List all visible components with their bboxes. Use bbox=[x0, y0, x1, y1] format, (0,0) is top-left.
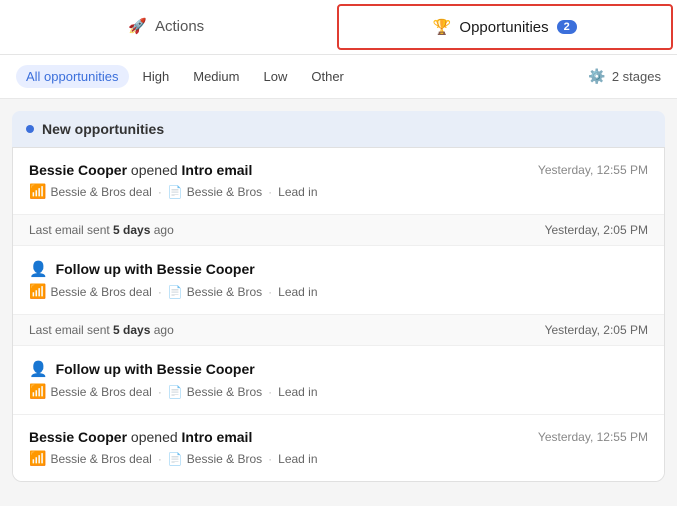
card-1-title: Bessie Cooper opened Intro email bbox=[29, 162, 252, 178]
separator-dot-5: · bbox=[158, 385, 162, 399]
card-3-header: 👤 Follow up with Bessie Cooper bbox=[29, 360, 648, 378]
card-4-meta: 📶 Bessie & Bros deal · 📄 Bessie & Bros ·… bbox=[29, 450, 648, 467]
separator-2: Last email sent 5 days ago Yesterday, 2:… bbox=[13, 315, 664, 346]
card-1-deal: 📶 Bessie & Bros deal bbox=[29, 183, 152, 200]
opportunities-badge: 2 bbox=[557, 20, 577, 34]
card-3-deal-label: Bessie & Bros deal bbox=[50, 385, 151, 399]
opportunities-label: Opportunities bbox=[459, 19, 548, 36]
section-header: New opportunities bbox=[12, 111, 665, 147]
card-4-title: Bessie Cooper opened Intro email bbox=[29, 429, 252, 445]
card-1-time: Yesterday, 12:55 PM bbox=[538, 163, 648, 177]
filter-all[interactable]: All opportunities bbox=[16, 65, 129, 88]
card-1-stage: Lead in bbox=[278, 185, 317, 199]
separator-dot-1: · bbox=[158, 185, 162, 199]
card-4-time: Yesterday, 12:55 PM bbox=[538, 430, 648, 444]
card-2-company-label: Bessie & Bros bbox=[187, 285, 262, 299]
separator-1: Last email sent 5 days ago Yesterday, 2:… bbox=[13, 215, 664, 246]
card-3-company: 📄 Bessie & Bros bbox=[168, 385, 262, 399]
doc-icon-3: 📄 bbox=[168, 385, 183, 399]
card-3-stage: Lead in bbox=[278, 385, 317, 399]
separator-1-time: Yesterday, 2:05 PM bbox=[545, 223, 648, 237]
section-dot bbox=[26, 125, 34, 133]
card-2-header: 👤 Follow up with Bessie Cooper bbox=[29, 260, 648, 278]
card-1-company-label: Bessie & Bros bbox=[187, 185, 262, 199]
gear-icon: ⚙️ bbox=[588, 68, 605, 85]
card-2[interactable]: 👤 Follow up with Bessie Cooper 📶 Bessie … bbox=[13, 246, 664, 315]
person-icon-2: 👤 bbox=[29, 361, 48, 378]
signal-green-icon-2: 📶 bbox=[29, 283, 46, 300]
card-2-deal: 📶 Bessie & Bros deal bbox=[29, 283, 152, 300]
stages-control[interactable]: ⚙️ 2 stages bbox=[588, 68, 661, 85]
separator-dot-6: · bbox=[268, 385, 272, 399]
separator-2-text: Last email sent 5 days ago bbox=[29, 323, 174, 337]
signal-yellow-icon: 📶 bbox=[29, 450, 46, 467]
separator-1-text: Last email sent 5 days ago bbox=[29, 223, 174, 237]
card-4[interactable]: Bessie Cooper opened Intro email Yesterd… bbox=[13, 415, 664, 481]
card-3[interactable]: 👤 Follow up with Bessie Cooper 📶 Bessie … bbox=[13, 346, 664, 415]
rocket-icon: 🚀 bbox=[128, 17, 147, 35]
signal-green-icon: 📶 bbox=[29, 183, 46, 200]
separator-dot-8: · bbox=[268, 452, 272, 466]
actions-tab[interactable]: 🚀 Actions bbox=[0, 0, 333, 54]
filter-low[interactable]: Low bbox=[254, 65, 298, 88]
card-4-company: 📄 Bessie & Bros bbox=[168, 452, 262, 466]
separator-dot-3: · bbox=[158, 285, 162, 299]
card-1-deal-label: Bessie & Bros deal bbox=[50, 185, 151, 199]
opportunities-tab[interactable]: 🏆 Opportunities 2 bbox=[337, 4, 674, 50]
doc-icon-2: 📄 bbox=[168, 285, 183, 299]
card-4-deal-label: Bessie & Bros deal bbox=[50, 452, 151, 466]
card-2-stage: Lead in bbox=[278, 285, 317, 299]
cards-wrapper: New opportunities Bessie Cooper opened I… bbox=[12, 111, 665, 482]
card-3-meta: 📶 Bessie & Bros deal · 📄 Bessie & Bros ·… bbox=[29, 383, 648, 400]
top-nav: 🚀 Actions 🏆 Opportunities 2 bbox=[0, 0, 677, 55]
card-3-company-label: Bessie & Bros bbox=[187, 385, 262, 399]
separator-2-time: Yesterday, 2:05 PM bbox=[545, 323, 648, 337]
separator-dot-2: · bbox=[268, 185, 272, 199]
card-4-header: Bessie Cooper opened Intro email Yesterd… bbox=[29, 429, 648, 445]
card-1-header: Bessie Cooper opened Intro email Yesterd… bbox=[29, 162, 648, 178]
main-content: New opportunities Bessie Cooper opened I… bbox=[0, 99, 677, 494]
doc-icon-1: 📄 bbox=[168, 185, 183, 199]
section-title: New opportunities bbox=[42, 121, 164, 137]
person-icon-1: 👤 bbox=[29, 261, 48, 278]
stages-label: 2 stages bbox=[612, 69, 661, 84]
filter-medium[interactable]: Medium bbox=[183, 65, 249, 88]
card-4-company-label: Bessie & Bros bbox=[187, 452, 262, 466]
actions-label: Actions bbox=[155, 18, 204, 35]
card-2-deal-label: Bessie & Bros deal bbox=[50, 285, 151, 299]
filter-bar: All opportunities High Medium Low Other … bbox=[0, 55, 677, 99]
card-4-deal: 📶 Bessie & Bros deal bbox=[29, 450, 152, 467]
card-1-company: 📄 Bessie & Bros bbox=[168, 185, 262, 199]
filter-high[interactable]: High bbox=[133, 65, 180, 88]
filter-other[interactable]: Other bbox=[301, 65, 354, 88]
card-3-title: 👤 Follow up with Bessie Cooper bbox=[29, 360, 255, 378]
separator-dot-7: · bbox=[158, 452, 162, 466]
card-3-deal: 📶 Bessie & Bros deal bbox=[29, 383, 152, 400]
signal-red-icon: 📶 bbox=[29, 383, 46, 400]
opportunities-icon: 🏆 bbox=[433, 18, 452, 36]
card-1[interactable]: Bessie Cooper opened Intro email Yesterd… bbox=[13, 148, 664, 215]
card-1-meta: 📶 Bessie & Bros deal · 📄 Bessie & Bros ·… bbox=[29, 183, 648, 200]
separator-dot-4: · bbox=[268, 285, 272, 299]
card-2-meta: 📶 Bessie & Bros deal · 📄 Bessie & Bros ·… bbox=[29, 283, 648, 300]
card-2-company: 📄 Bessie & Bros bbox=[168, 285, 262, 299]
cards-container: Bessie Cooper opened Intro email Yesterd… bbox=[12, 147, 665, 482]
doc-icon-4: 📄 bbox=[168, 452, 183, 466]
card-2-title: 👤 Follow up with Bessie Cooper bbox=[29, 260, 255, 278]
card-4-stage: Lead in bbox=[278, 452, 317, 466]
